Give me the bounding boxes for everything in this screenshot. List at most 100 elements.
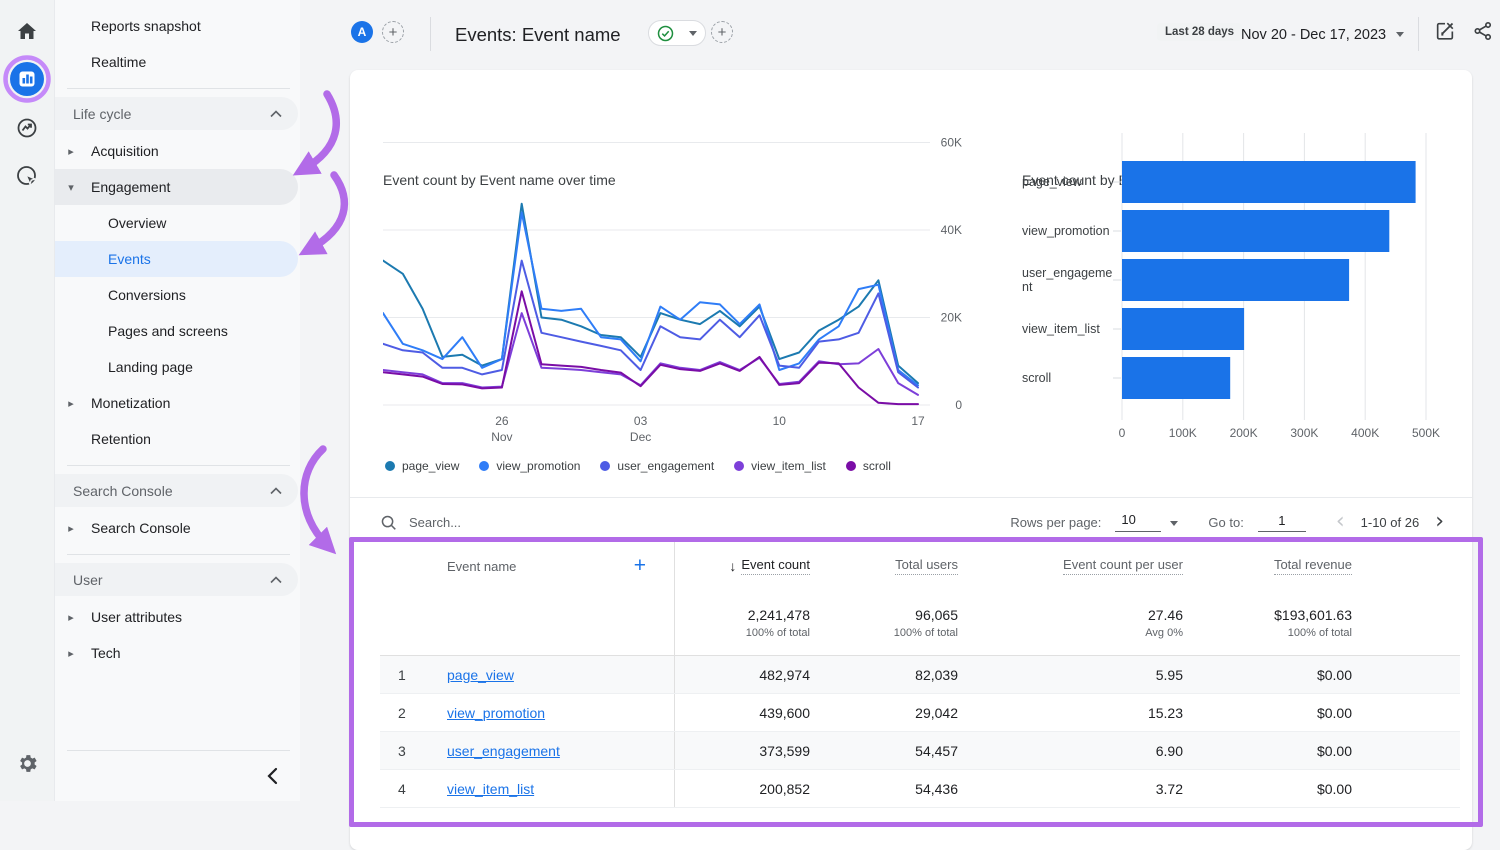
total-sub-label: 100% of total [1288,627,1352,639]
legend-item-view_promotion[interactable]: view_promotion [479,459,580,473]
cell-value: 5.95 [958,656,1183,693]
advertising-icon[interactable] [0,152,54,200]
comparison-avatar-chip[interactable]: A [351,21,373,43]
event-name-link[interactable]: view_item_list [447,781,534,797]
sidebar-item-pages-and-screens[interactable]: Pages and screens [55,313,298,349]
sidebar-item-acquisition[interactable]: ▸Acquisition [55,133,298,169]
sidebar-item-retention[interactable]: Retention [55,421,298,457]
cell-value: 6.90 [958,732,1183,769]
explore-icon[interactable] [0,104,54,152]
add-report-tab-button[interactable]: + [711,21,733,43]
sidebar-section-life-cycle[interactable]: Life cycle [55,97,298,130]
customize-report-icon[interactable] [1434,20,1456,42]
sidebar-item-landing-page[interactable]: Landing page [55,349,298,385]
bar-chart: 0100K200K300K400K500Kpage_viewview_promo… [1000,125,1460,520]
settings-gear-icon[interactable] [0,739,54,787]
legend-item-page_view[interactable]: page_view [385,459,459,473]
expand-arrow-right-icon[interactable]: ▸ [65,611,77,624]
column-header-total-revenue[interactable]: Total revenue [1183,541,1352,591]
date-range-selector[interactable]: Nov 20 - Dec 17, 2023 [1241,0,1386,70]
expand-arrow-down-icon[interactable]: ▾ [65,181,77,194]
table-search [380,514,631,531]
cell-value: 29,042 [810,694,958,731]
table-row: 3user_engagement373,59954,4576.90$0.00 [380,732,1460,770]
cell-value: 482,974 [675,656,810,693]
total-value: 27.46 [1148,607,1183,623]
event-name-link[interactable]: page_view [447,667,514,683]
collapse-sidebar-icon[interactable] [266,767,280,785]
row-number: 1 [380,667,447,683]
column-header-event-count[interactable]: ↓Event count [675,541,810,591]
expand-arrow-right-icon[interactable]: ▸ [65,522,77,535]
sidebar-item-conversions[interactable]: Conversions [55,277,298,313]
rows-per-page-chevron-icon[interactable] [1170,521,1178,526]
sidebar-item-engagement[interactable]: ▾Engagement [55,169,298,205]
cell-value: $0.00 [1183,656,1352,693]
left-icon-rail [0,0,55,801]
rows-per-page-select[interactable]: 10 [1115,512,1161,532]
table-controls: Rows per page: 10 Go to: ‹ 1-10 of 26 › [380,503,1446,541]
expand-arrow-right-icon[interactable]: ▸ [65,397,77,410]
svg-text:Nov: Nov [491,430,512,444]
svg-text:view_item_list: view_item_list [1022,322,1100,336]
svg-text:nt: nt [1022,280,1033,294]
sidebar-section-user[interactable]: User [55,563,298,596]
total-sub-label: 100% of total [746,627,810,639]
expand-arrow-right-icon[interactable]: ▸ [65,647,77,660]
annotation-arrow [304,94,336,169]
search-input[interactable] [407,514,631,531]
cell-value: $0.00 [1183,770,1352,807]
event-name-link[interactable]: user_engagement [447,743,560,759]
sidebar-item-tech[interactable]: ▸Tech [55,635,298,671]
pagination-range: 1-10 of 26 [1361,515,1420,530]
line-chart-legend: page_view view_promotion user_engagement vi… [385,459,891,473]
goto-page-input[interactable] [1258,512,1306,532]
line-series-view_promotion [383,213,918,386]
previous-page-icon[interactable]: ‹ [1334,511,1347,533]
report-status-pill[interactable] [648,20,706,46]
column-header-event-count-per-user[interactable]: Event count per user [958,541,1183,591]
bar-user_engagement [1122,259,1349,301]
legend-item-view_item_list[interactable]: view_item_list [734,459,826,473]
legend-item-user_engagement[interactable]: user_engagement [600,459,714,473]
table-row: 2view_promotion439,60029,04215.23$0.00 [380,694,1460,732]
row-number: 3 [380,743,447,759]
svg-text:Dec: Dec [630,430,651,444]
legend-item-scroll[interactable]: scroll [846,459,891,473]
report-header: A + Events: Event name + Last 28 days No… [300,0,1500,70]
sidebar-item-search-console[interactable]: ▸Search Console [55,510,298,546]
next-page-icon[interactable]: › [1433,511,1446,533]
add-dimension-icon[interactable]: + [634,554,646,578]
svg-text:scroll: scroll [1022,371,1051,385]
sidebar-section-search-console[interactable]: Search Console [55,474,298,507]
reports-icon[interactable] [0,54,54,104]
line-chart: 020K40K60K26Nov03Dec1017 [383,133,993,463]
cell-value: 82,039 [810,656,958,693]
row-number: 4 [380,781,447,797]
date-chevron-down-icon[interactable] [1396,32,1404,37]
home-icon[interactable] [0,7,54,55]
total-value: 96,065 [915,607,958,623]
column-header-event-name[interactable]: Event name [380,559,516,574]
event-name-link[interactable]: view_promotion [447,705,545,721]
sidebar-item-reports-snapshot[interactable]: Reports snapshot [55,8,298,44]
header-divider [430,17,431,51]
column-header-total-users[interactable]: Total users [810,541,958,591]
table-row: 4view_item_list200,85254,4363.72$0.00 [380,770,1460,808]
sidebar-item-monetization[interactable]: ▸Monetization [55,385,298,421]
svg-text:500K: 500K [1412,426,1440,440]
svg-text:300K: 300K [1290,426,1318,440]
card-divider [350,497,1472,498]
sidebar-item-realtime[interactable]: Realtime [55,44,298,80]
sidebar-item-user-attributes[interactable]: ▸User attributes [55,599,298,635]
check-circle-icon [657,25,674,42]
table-row: 1page_view 482,97482,0395.95$0.00 [380,656,1460,694]
add-comparison-button[interactable]: + [382,21,404,43]
expand-arrow-right-icon[interactable]: ▸ [65,145,77,158]
bar-page_view [1122,161,1416,203]
share-icon[interactable] [1472,20,1494,42]
cell-value: 15.23 [958,694,1183,731]
line-series-view_item_list [383,313,918,395]
sidebar-item-events[interactable]: Events [55,241,298,277]
sidebar-item-overview[interactable]: Overview [55,205,298,241]
